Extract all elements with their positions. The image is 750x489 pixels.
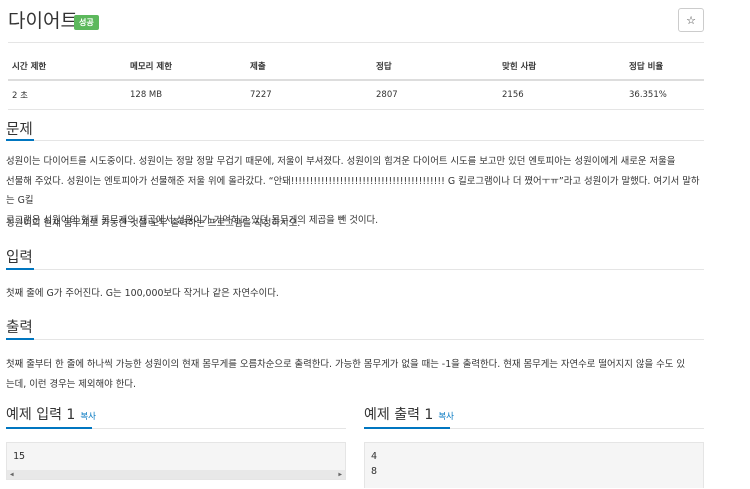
favorite-button[interactable]: ☆ (678, 8, 704, 32)
col-submissions: 제출 (246, 56, 372, 81)
table-row: 2 초 128 MB 7227 2807 2156 36.351% (8, 80, 704, 110)
problem-divider (6, 140, 704, 141)
star-icon: ☆ (686, 13, 696, 27)
accept-rate-value: 36.351% (625, 80, 704, 110)
col-time-limit: 시간 제한 (8, 56, 126, 81)
output-divider (6, 339, 704, 340)
sample-output-title: 예제 출력 1 복사 (364, 404, 454, 424)
accepted-value: 2807 (372, 80, 498, 110)
solvers-value: 2156 (498, 80, 625, 110)
input-heading-underline (6, 268, 34, 270)
sample-input-title: 예제 입력 1 복사 (6, 404, 96, 424)
sample-input-underline (6, 427, 92, 429)
problem-line: 선물해 주었다. 성원이는 엔토피아가 선물해준 저울 위에 올라갔다. “안돼… (6, 175, 700, 207)
output-description: 첫째 줄부터 한 줄에 하나씩 가능한 성원이의 현재 몸무게를 오름차순으로 … (6, 355, 706, 394)
sample-output-underline (364, 427, 450, 429)
table-header-row: 시간 제한 메모리 제한 제출 정답 맞힌 사람 정답 비율 (8, 56, 704, 81)
sample-output-line: 8 (371, 466, 378, 477)
problem-heading: 문제 (6, 122, 33, 138)
time-limit-value: 2 초 (8, 80, 126, 110)
memory-limit-value: 128 MB (126, 80, 246, 110)
problem-task: 성원이의 현재 몸무게로 가능한 것을 모두 출력하는 프로그램을 작성하시오. (6, 218, 301, 229)
problem-heading-underline (6, 139, 34, 141)
output-line: 는데, 이런 경우는 제외해야 한다. (6, 378, 137, 390)
copy-sample-output-button[interactable]: 복사 (438, 412, 454, 422)
sample-output-line: 4 (371, 451, 378, 462)
submissions-value: 7227 (246, 80, 372, 110)
problem-line: 성원이는 다이어트를 시도중이다. 성원이는 정말 정말 무겁기 때문에, 저울… (6, 156, 676, 167)
scroll-right-icon[interactable]: ▶ (338, 470, 342, 479)
page-title: 다이어트 (8, 10, 78, 32)
sample-input-label: 예제 입력 1 (6, 407, 76, 423)
input-heading: 입력 (6, 250, 33, 266)
output-line: 첫째 줄부터 한 줄에 하나씩 가능한 성원이의 현재 몸무게를 오름차순으로 … (6, 359, 685, 370)
sample-output-label: 예제 출력 1 (364, 407, 434, 423)
horizontal-scrollbar[interactable]: ◀ ▶ (7, 470, 345, 479)
output-heading: 출력 (6, 320, 33, 336)
col-accept-rate: 정답 비율 (625, 56, 704, 81)
scroll-left-icon[interactable]: ◀ (10, 470, 14, 479)
copy-sample-input-button[interactable]: 복사 (80, 412, 96, 422)
sample-output-box[interactable]: 4 8 (364, 442, 704, 488)
status-badge: 성공 (74, 15, 99, 30)
problem-info-table: 시간 제한 메모리 제한 제출 정답 맞힌 사람 정답 비율 2 초 128 M… (8, 56, 704, 110)
sample-input-line: 15 (13, 451, 26, 462)
col-accepted: 정답 (372, 56, 498, 81)
col-solvers: 맞힌 사람 (498, 56, 625, 81)
input-divider (6, 269, 704, 270)
output-heading-underline (6, 338, 34, 340)
input-description: 첫째 줄에 G가 주어진다. G는 100,000보다 작거나 같은 자연수이다… (6, 288, 279, 299)
col-memory-limit: 메모리 제한 (126, 56, 246, 81)
header-divider (8, 42, 704, 43)
sample-input-box[interactable]: 15 ◀ ▶ (6, 442, 346, 480)
